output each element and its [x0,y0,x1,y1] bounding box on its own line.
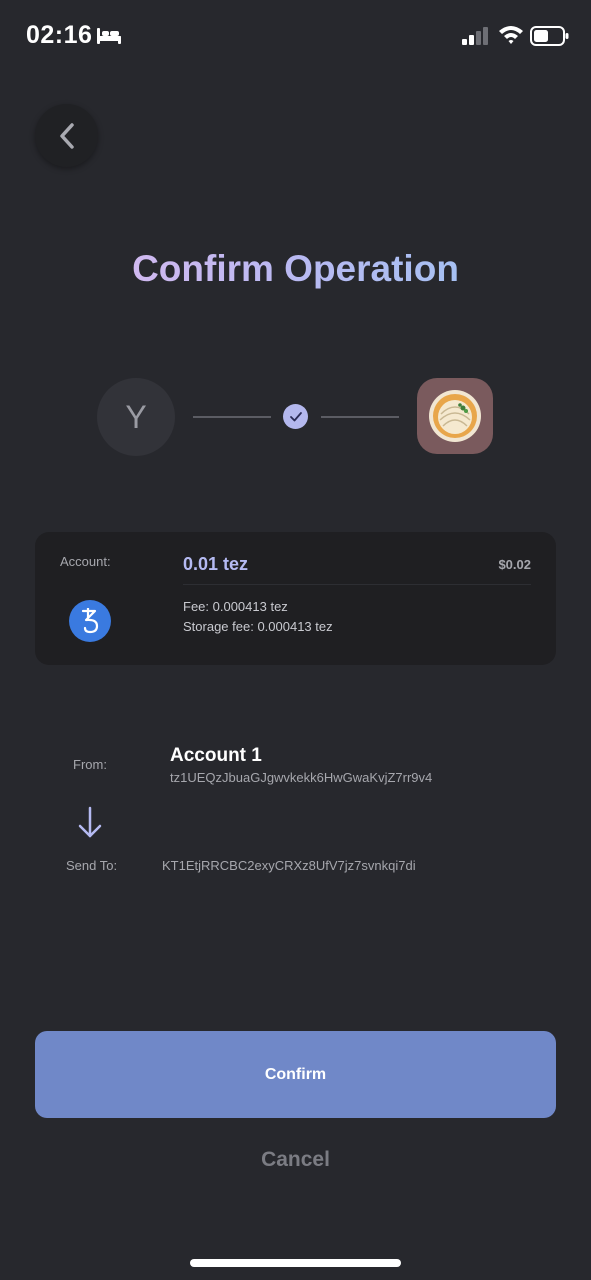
connection-row: Y [0,378,591,458]
signal-icon [462,27,488,45]
status-bar: 02:16 [0,0,591,72]
cancel-button[interactable]: Cancel [0,1148,591,1172]
page-title: Confirm Operation [0,248,591,290]
send-to-address: KT1EtjRRCBC2exyCRXz8UfV7jz7svnkqi7di [162,858,416,873]
check-icon [283,404,308,429]
chevron-left-icon [59,122,74,149]
fee-text: Fee: 0.000413 tez [183,599,288,614]
fiat-value: $0.02 [498,557,531,572]
bed-icon [97,28,121,44]
storage-fee-text: Storage fee: 0.000413 tez [183,619,333,634]
arrow-down-icon [78,806,102,838]
account-label: Account: [60,554,111,569]
confirm-button[interactable]: Confirm [35,1031,556,1118]
connection-line-right [321,416,399,418]
back-button[interactable] [35,104,98,167]
pie-dish-icon [417,378,493,454]
connection-line-left [193,416,271,418]
wifi-icon [499,26,523,44]
send-to-label: Send To: [66,858,118,873]
card-divider [183,584,531,585]
account-avatar: Y [97,378,175,456]
from-address: tz1UEQzJbuaGJgwvkekk6HwGwaKvjZ7rr9v4 [170,770,433,785]
from-account-name: Account 1 [170,745,262,766]
tezos-icon [69,600,111,642]
confirm-operation-screen: 02:16 Confirm Operation Y Account: 0.01 … [0,0,591,1280]
status-time: 02:16 [26,21,93,49]
home-indicator[interactable] [190,1259,401,1267]
from-label: From: [73,757,107,772]
battery-icon [530,26,569,46]
amount-card: Account: 0.01 tez $0.02 Fee: 0.000413 te… [35,532,556,665]
amount-value: 0.01 tez [183,554,249,574]
